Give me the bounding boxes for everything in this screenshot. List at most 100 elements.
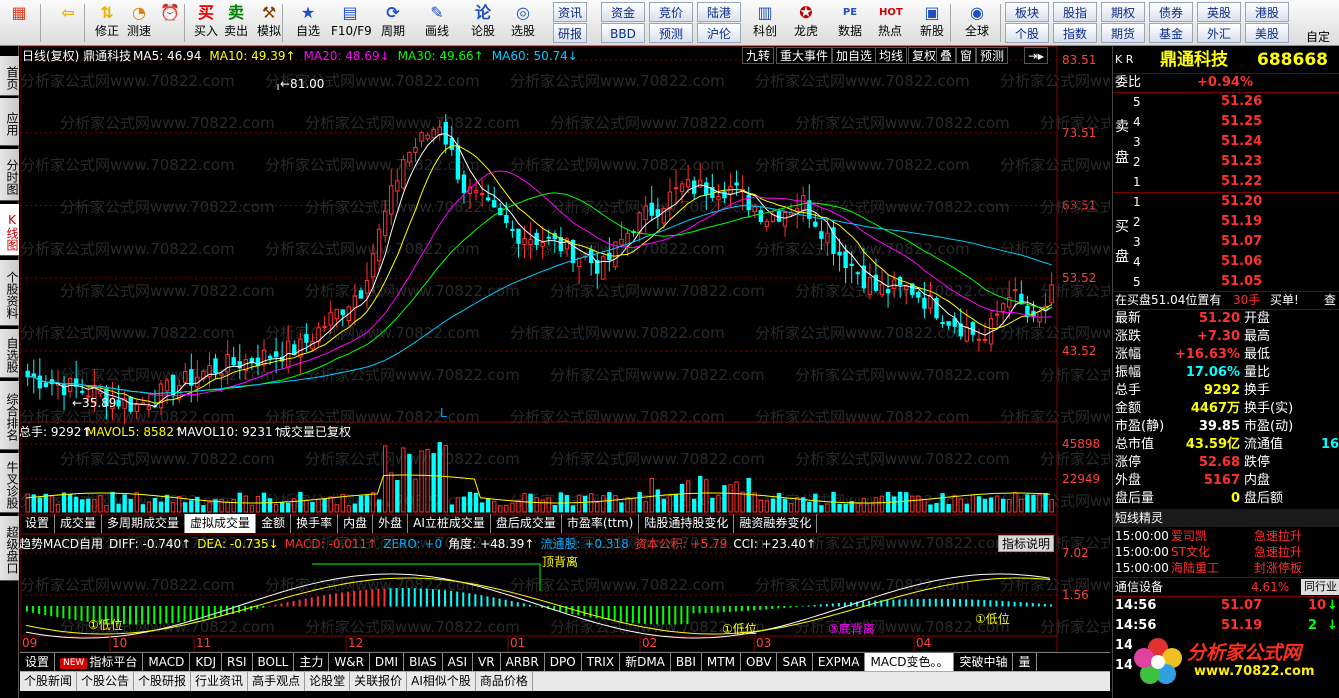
toolbar-sell-button[interactable]: 卖卖出 bbox=[222, 1, 250, 45]
spirit-row[interactable]: 15:00:00 海陆重工 封涨停板 bbox=[1113, 560, 1339, 576]
indicator-tab[interactable]: BOLL bbox=[253, 653, 295, 671]
market-link-button[interactable]: 美股 bbox=[1245, 23, 1289, 43]
volume-subtab[interactable]: 多周期成交量 bbox=[102, 514, 186, 533]
volume-subtab[interactable]: 陆股通持股变化 bbox=[639, 514, 735, 533]
market-link-button[interactable]: 债券 bbox=[1149, 2, 1193, 22]
big-order-more[interactable]: 查 bbox=[1324, 291, 1336, 309]
indicator-tab[interactable]: EXPMA bbox=[813, 653, 866, 671]
toolbar-alarm-clock-button[interactable]: ⏰ bbox=[156, 1, 184, 45]
indicator-tab[interactable]: 量 bbox=[1013, 653, 1037, 671]
spirit-title[interactable]: 短线精灵 bbox=[1115, 509, 1163, 527]
quick-link-button[interactable]: 陆港 bbox=[697, 2, 741, 22]
spirit-row[interactable]: 15:00:00 爱司凯 急速拉升 bbox=[1113, 528, 1339, 544]
indicator-tab[interactable]: BIAS bbox=[404, 653, 443, 671]
indicator-tab[interactable]: VR bbox=[473, 653, 501, 671]
ask-level-row[interactable]: 4 51.25 bbox=[1113, 113, 1339, 131]
custom-label[interactable]: 自定 bbox=[1306, 28, 1330, 45]
indicator-help-button[interactable]: 指标说明 bbox=[998, 535, 1055, 552]
ask-level-row[interactable]: 5 51.26 bbox=[1113, 93, 1339, 111]
toolbar-dragon-tiger-button[interactable]: ✪ 龙虎 bbox=[787, 1, 825, 45]
indicator-tab[interactable]: MACD变色。。 bbox=[865, 653, 955, 671]
chart-tool-button[interactable]: 加自选 bbox=[832, 47, 877, 64]
market-link-button[interactable]: 期货 bbox=[1101, 23, 1145, 43]
volume-subtab[interactable]: 换手率 bbox=[291, 514, 339, 533]
toolbar-hot-button[interactable]: HOT 热点 bbox=[873, 1, 907, 45]
chart-tool-button[interactable]: 重大事件 bbox=[776, 47, 833, 64]
quick-link-button[interactable]: 研报 bbox=[553, 23, 587, 43]
quick-link-button[interactable]: 沪伦 bbox=[697, 23, 741, 43]
toolbar-star-button[interactable]: ★ 自选 bbox=[291, 1, 325, 45]
left-tab[interactable]: K线图 bbox=[0, 204, 19, 256]
news-tab[interactable]: 高手观点 bbox=[248, 672, 306, 691]
volume-subtab[interactable]: 盘后成交量 bbox=[491, 514, 562, 533]
toolbar-pe-data-button[interactable]: PE 数据 bbox=[833, 1, 867, 45]
indicator-tab[interactable]: 设置 bbox=[20, 653, 56, 671]
news-tab[interactable]: 行业资讯 bbox=[191, 672, 249, 691]
indicator-tab[interactable]: DMI bbox=[370, 653, 405, 671]
bid-level-row[interactable]: 3 51.07 bbox=[1113, 233, 1339, 251]
volume-subtab[interactable]: 设置 bbox=[20, 514, 56, 533]
news-tab[interactable]: 个股公告 bbox=[77, 672, 135, 691]
market-link-button[interactable]: 指数 bbox=[1053, 23, 1097, 43]
chart-tool-button[interactable]: 叠 bbox=[936, 47, 957, 64]
toolbar-filter-button[interactable]: ◎ 选股 bbox=[505, 1, 541, 45]
quick-link-button[interactable]: 预测 bbox=[649, 23, 693, 43]
market-link-button[interactable]: 期权 bbox=[1101, 2, 1145, 22]
news-tab[interactable]: 个股新闻 bbox=[20, 672, 78, 691]
toolbar-grid-button[interactable]: ▦ bbox=[4, 1, 34, 45]
toolbar-up-down-arrows-button[interactable]: ⇅ 修正 bbox=[94, 1, 120, 45]
toolbar-hammer-button[interactable]: ⚒ 模拟 bbox=[254, 1, 284, 45]
indicator-tab[interactable]: OBV bbox=[741, 653, 778, 671]
toolbar-globe-button[interactable]: ◉ 全球 bbox=[960, 1, 994, 45]
ask-level-row[interactable]: 2 51.23 bbox=[1113, 153, 1339, 171]
indicator-tab[interactable]: 突破中轴 bbox=[954, 653, 1014, 671]
news-tab[interactable]: 个股研报 bbox=[134, 672, 192, 691]
indicator-tab[interactable]: ARBR bbox=[501, 653, 545, 671]
toolbar-cycle-clock-button[interactable]: ⟳ 周期 bbox=[374, 1, 412, 45]
chart-tool-button[interactable]: 九转 bbox=[742, 47, 775, 64]
spirit-row[interactable]: 15:00:00 ST文化 急速拉升 bbox=[1113, 544, 1339, 560]
indicator-tab[interactable]: MACD bbox=[143, 653, 191, 671]
bid-level-row[interactable]: 2 51.19 bbox=[1113, 213, 1339, 231]
left-tab[interactable]: 自选股 bbox=[0, 329, 19, 378]
volume-subtab[interactable]: 虚拟成交量 bbox=[185, 514, 257, 533]
chart-tool-button[interactable]: 均线 bbox=[875, 47, 908, 64]
news-tab[interactable]: AI相似个股 bbox=[407, 672, 476, 691]
bid-level-row[interactable]: 1 51.20 bbox=[1113, 193, 1339, 211]
left-tab[interactable]: 综合排名 bbox=[0, 381, 19, 450]
indicator-tab[interactable]: RSI bbox=[222, 653, 253, 671]
indicator-tab[interactable]: TRIX bbox=[582, 653, 621, 671]
indicator-tab[interactable]: NEW 指标平台 bbox=[55, 653, 144, 671]
volume-subtab[interactable]: 融资融券变化 bbox=[734, 514, 818, 533]
volume-subtab[interactable]: 成交量 bbox=[55, 514, 103, 533]
indicator-tab[interactable]: 新DMA bbox=[620, 653, 671, 671]
volume-subtab[interactable]: 外盘 bbox=[373, 514, 409, 533]
indicator-tab[interactable]: BBI bbox=[671, 653, 702, 671]
indicator-tab[interactable]: 主力 bbox=[294, 653, 330, 671]
indicator-tab[interactable]: W&R bbox=[329, 653, 370, 671]
market-link-button[interactable]: 股指 bbox=[1053, 2, 1097, 22]
toolbar-pencil-button[interactable]: ✎ 画线 bbox=[418, 1, 456, 45]
bid-level-row[interactable]: 4 51.06 bbox=[1113, 253, 1339, 271]
volume-subtab[interactable]: AI立桩成交量 bbox=[408, 514, 491, 533]
indicator-tab[interactable]: MTM bbox=[702, 653, 741, 671]
volume-subtab[interactable]: 市盈率(ttm) bbox=[562, 514, 640, 533]
news-tab[interactable]: 关联报价 bbox=[350, 672, 408, 691]
news-tab[interactable]: 商品价格 bbox=[476, 672, 533, 691]
quick-link-button[interactable]: BBD bbox=[601, 23, 645, 43]
market-link-button[interactable]: 个股 bbox=[1005, 23, 1049, 43]
kline-chart-canvas[interactable]: 83.5173.5163.5153.5243.52分析家公式网www.70822… bbox=[20, 46, 1110, 654]
indicator-tab[interactable]: SAR bbox=[777, 653, 813, 671]
indicator-tab[interactable]: ASI bbox=[443, 653, 474, 671]
left-tab[interactable]: 超级盘口 bbox=[0, 516, 19, 581]
market-link-button[interactable]: 外汇 bbox=[1197, 23, 1241, 43]
chart-tool-button[interactable]: 窗 bbox=[956, 47, 977, 64]
toolbar-buy-button[interactable]: 买买入 bbox=[192, 1, 220, 45]
toolbar-new-stock-button[interactable]: ▣ 新股 bbox=[915, 1, 949, 45]
chart-nav-arrows-icon[interactable]: ⇥▸ bbox=[1024, 47, 1049, 64]
toolbar-refresh-clock-button[interactable]: ◔ 测速 bbox=[124, 1, 154, 45]
kline-chart-area[interactable]: 83.51 73.51 63.51 53.52 43.52 分析家公式网www.70822… bbox=[19, 46, 1110, 654]
same-industry-button[interactable]: 同行业 bbox=[1301, 579, 1339, 595]
bid-level-row[interactable]: 5 51.05 bbox=[1113, 273, 1339, 291]
chart-tool-button[interactable]: 预测 bbox=[976, 47, 1009, 64]
